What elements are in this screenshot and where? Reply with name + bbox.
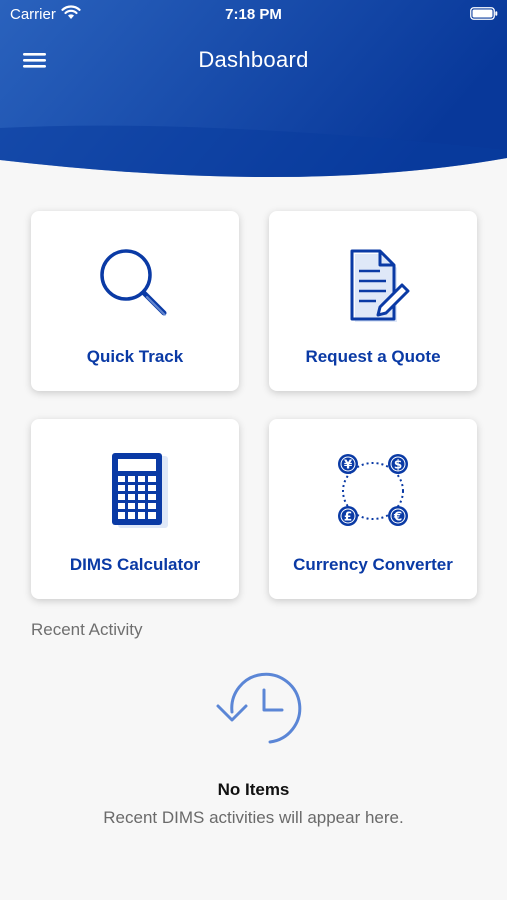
document-pen-icon [269,241,477,326]
page-title: Dashboard [198,47,309,72]
status-bar: Carrier 7:18 PM [0,0,507,28]
svg-text:¥: ¥ [344,458,353,472]
dims-calculator-label: DIMS Calculator [69,555,201,574]
currency-exchange-icon: ¥ $ £ € [269,449,477,534]
currency-converter-label: Currency Converter [293,555,453,574]
calculator-icon [31,449,239,534]
history-clock-icon [216,672,302,744]
quick-track-label: Quick Track [86,347,184,366]
svg-text:$: $ [394,458,402,472]
currency-converter-tile[interactable]: ¥ $ £ € Currency Converter [269,419,477,599]
svg-text:€: € [393,510,402,524]
empty-state-title: No Items [217,780,290,799]
empty-state-description: Recent DIMS activities will appear here. [103,808,404,827]
request-quote-label: Request a Quote [305,347,441,366]
magnifier-icon [31,241,239,326]
quick-track-tile[interactable]: Quick Track [31,211,239,391]
svg-text:£: £ [344,510,352,524]
dims-calculator-tile[interactable]: DIMS Calculator [31,419,239,599]
battery-icon [470,7,498,20]
request-quote-tile[interactable]: Request a Quote [269,211,477,391]
status-time: 7:18 PM [225,6,282,23]
recent-activity-heading: Recent Activity [31,620,143,639]
